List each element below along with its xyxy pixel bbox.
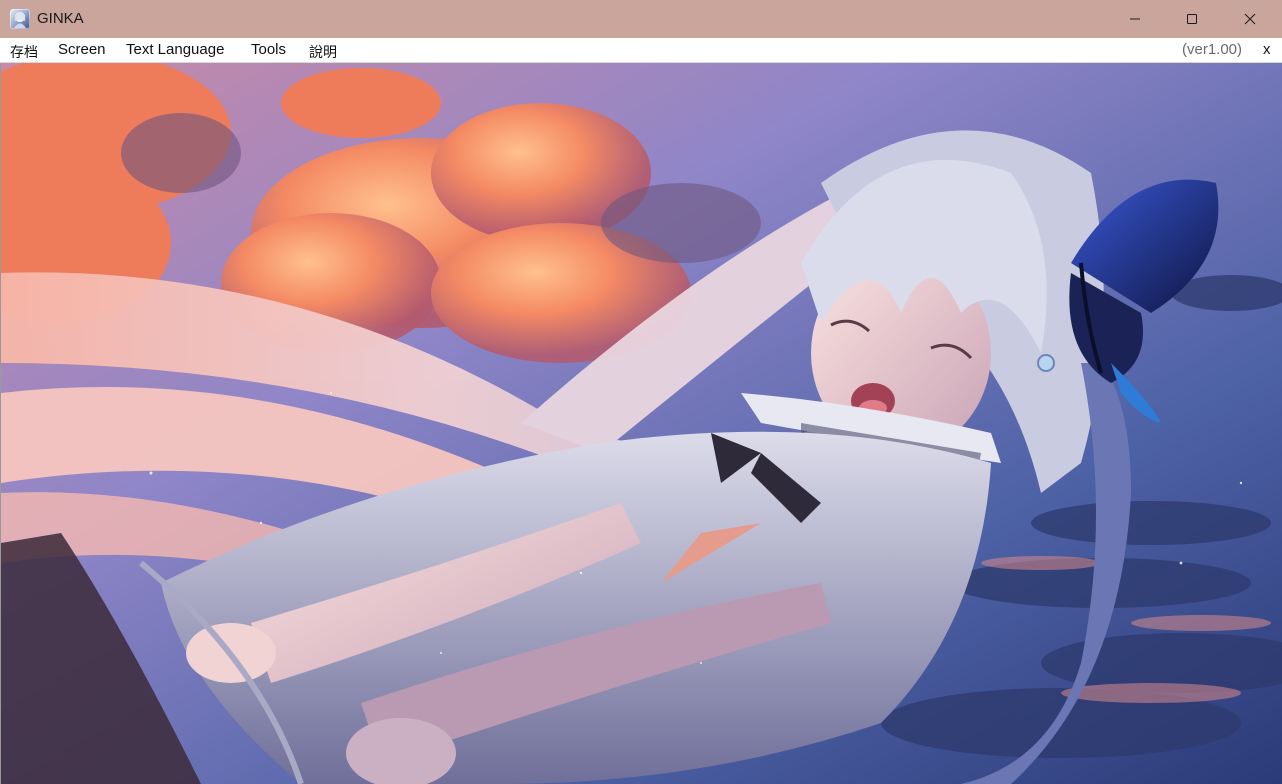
menu-help[interactable]: 說明 <box>309 42 337 62</box>
title-bar[interactable]: GINKA <box>0 0 1282 38</box>
menu-save[interactable]: 存档 <box>10 42 38 62</box>
minimize-icon <box>1130 18 1140 20</box>
minimize-button[interactable] <box>1106 0 1164 38</box>
app-logo-icon <box>10 9 30 29</box>
version-label: (ver1.00) <box>1182 41 1243 58</box>
close-window-button[interactable] <box>1221 0 1279 38</box>
close-icon <box>1244 13 1256 25</box>
menu-bar: 存档 Screen Text Language Tools 說明 (ver1.0… <box>0 38 1282 63</box>
maximize-icon <box>1187 14 1197 24</box>
app-window: GINKA 存档 Screen Text Language Tools 說明 (… <box>0 0 1282 784</box>
maximize-button[interactable] <box>1163 0 1221 38</box>
menu-tools[interactable]: Tools <box>251 41 286 58</box>
menu-close-button[interactable]: x <box>1263 41 1271 58</box>
game-screen[interactable] <box>0 63 1282 784</box>
menu-screen[interactable]: Screen <box>58 41 106 58</box>
game-illustration <box>1 63 1282 784</box>
menu-text-language[interactable]: Text Language <box>126 41 224 58</box>
window-title: GINKA <box>37 10 84 27</box>
